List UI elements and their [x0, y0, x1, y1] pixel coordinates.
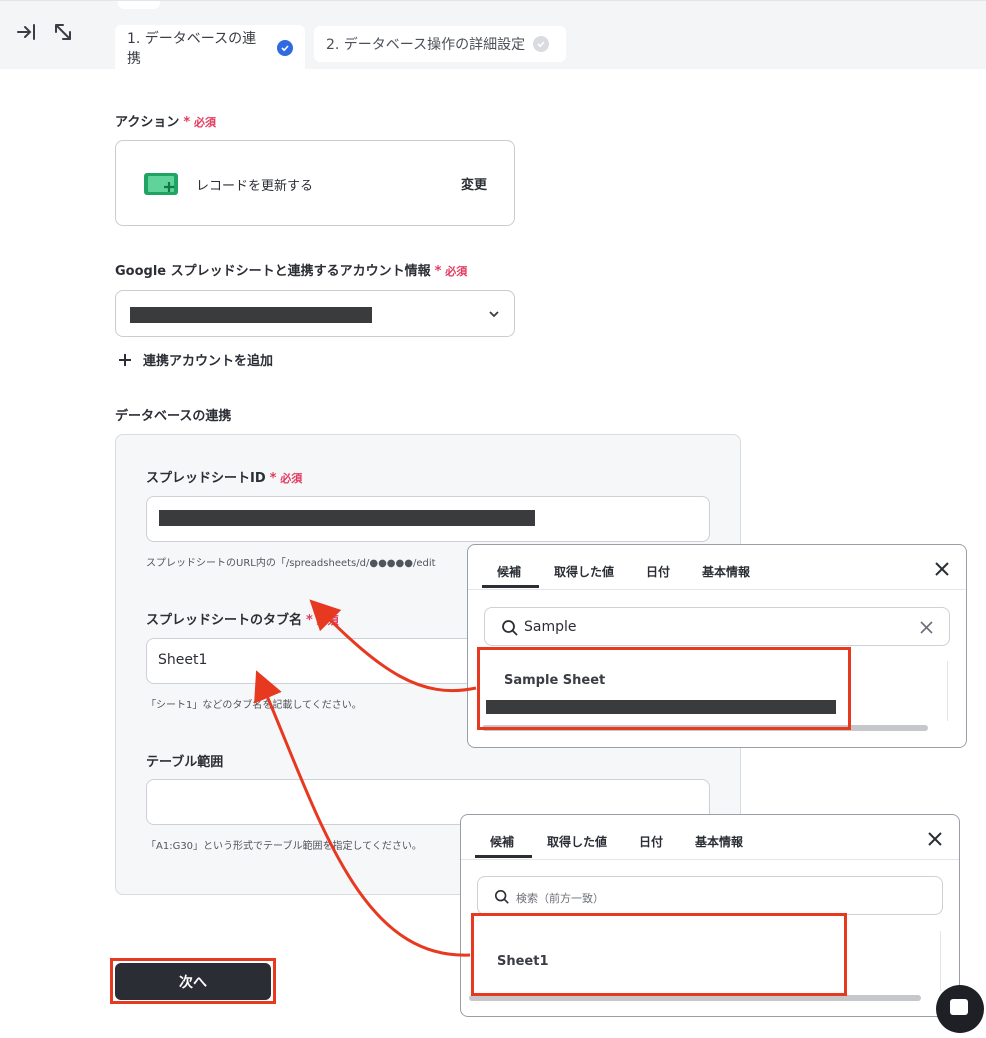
arrow-sample-sheet-to-tab-name	[309, 599, 477, 693]
chat-icon[interactable]	[936, 985, 984, 1033]
annotation-arrows	[254, 599, 477, 957]
arrow-sheet1-to-tab-name	[254, 670, 471, 957]
